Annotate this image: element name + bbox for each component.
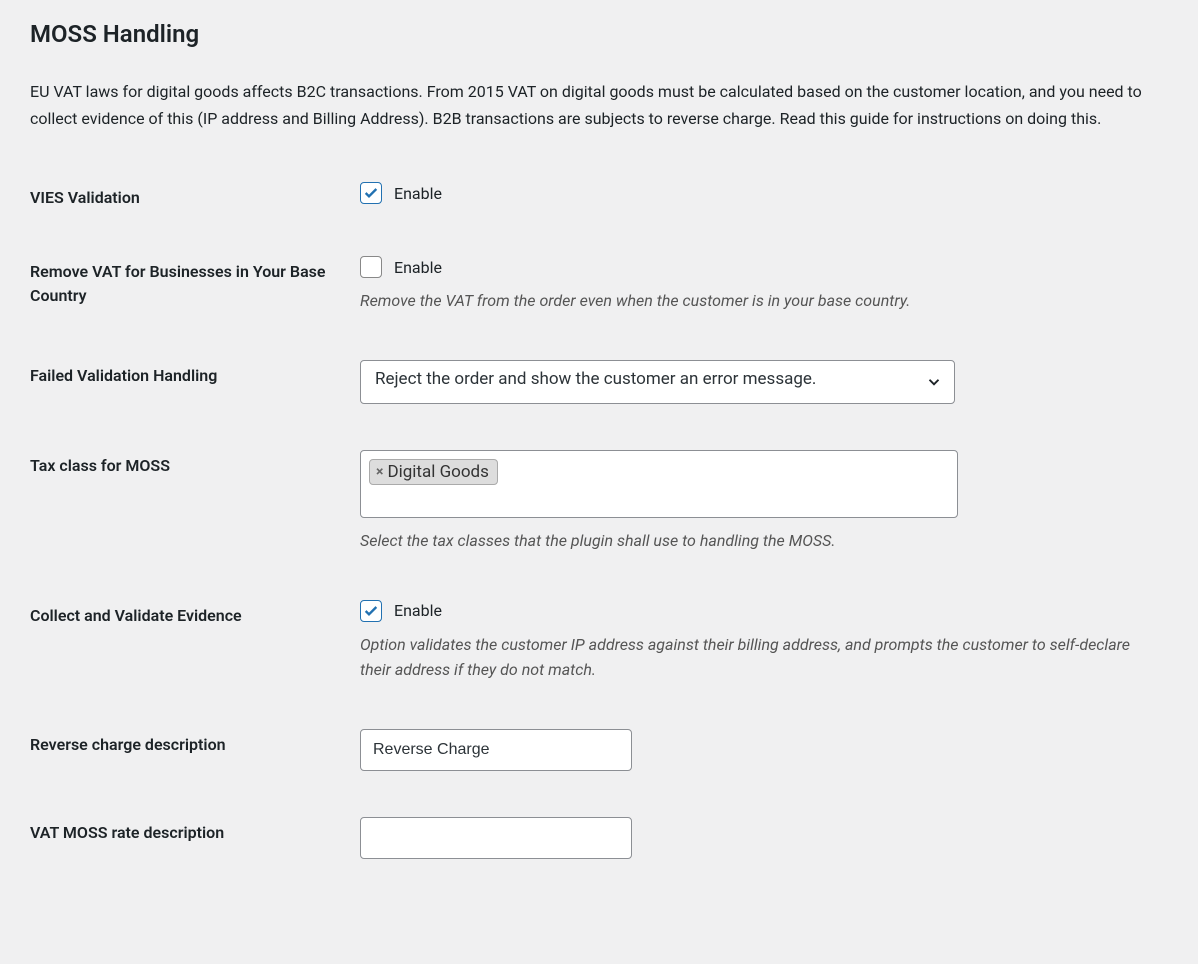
checkbox-vies-validation[interactable] <box>360 182 382 204</box>
row-tax-class-moss: Tax class for MOSS × Digital Goods Selec… <box>30 450 1168 554</box>
label-vat-moss-rate-desc: VAT MOSS rate description <box>30 817 360 845</box>
help-tax-class-moss: Select the tax classes that the plugin s… <box>360 528 1160 554</box>
label-reverse-charge-desc: Reverse charge description <box>30 729 360 757</box>
label-remove-vat-base: Remove VAT for Businesses in Your Base C… <box>30 256 360 308</box>
help-collect-evidence: Option validates the customer IP address… <box>360 632 1160 683</box>
label-failed-validation: Failed Validation Handling <box>30 360 360 388</box>
section-description: EU VAT laws for digital goods affects B2… <box>30 78 1168 132</box>
checkbox-label-collect-evidence: Enable <box>394 601 442 620</box>
label-vies-validation: VIES Validation <box>30 182 360 210</box>
row-reverse-charge-desc: Reverse charge description <box>30 729 1168 771</box>
input-vat-moss-rate-desc[interactable] <box>360 817 632 859</box>
section-title: MOSS Handling <box>30 20 1168 48</box>
tag-input-tax-class[interactable]: × Digital Goods <box>360 450 958 518</box>
checkbox-collect-evidence[interactable] <box>360 600 382 622</box>
select-failed-validation[interactable]: Reject the order and show the customer a… <box>360 360 955 404</box>
row-vat-moss-rate-desc: VAT MOSS rate description <box>30 817 1168 859</box>
label-tax-class-moss: Tax class for MOSS <box>30 450 360 478</box>
checkmark-icon <box>363 603 379 619</box>
checkbox-label-remove-vat-base: Enable <box>394 258 442 277</box>
row-failed-validation: Failed Validation Handling Reject the or… <box>30 360 1168 404</box>
tag-label: Digital Goods <box>387 462 488 482</box>
tag-remove-icon[interactable]: × <box>376 464 383 480</box>
row-vies-validation: VIES Validation Enable <box>30 182 1168 210</box>
checkmark-icon <box>363 185 379 201</box>
checkbox-label-vies: Enable <box>394 184 442 203</box>
label-collect-evidence: Collect and Validate Evidence <box>30 600 360 628</box>
input-reverse-charge-desc[interactable] <box>360 729 632 771</box>
tag-digital-goods: × Digital Goods <box>369 459 498 485</box>
checkbox-remove-vat-base[interactable] <box>360 256 382 278</box>
help-remove-vat-base: Remove the VAT from the order even when … <box>360 288 1160 314</box>
row-collect-evidence: Collect and Validate Evidence Enable Opt… <box>30 600 1168 683</box>
row-remove-vat-base: Remove VAT for Businesses in Your Base C… <box>30 256 1168 314</box>
